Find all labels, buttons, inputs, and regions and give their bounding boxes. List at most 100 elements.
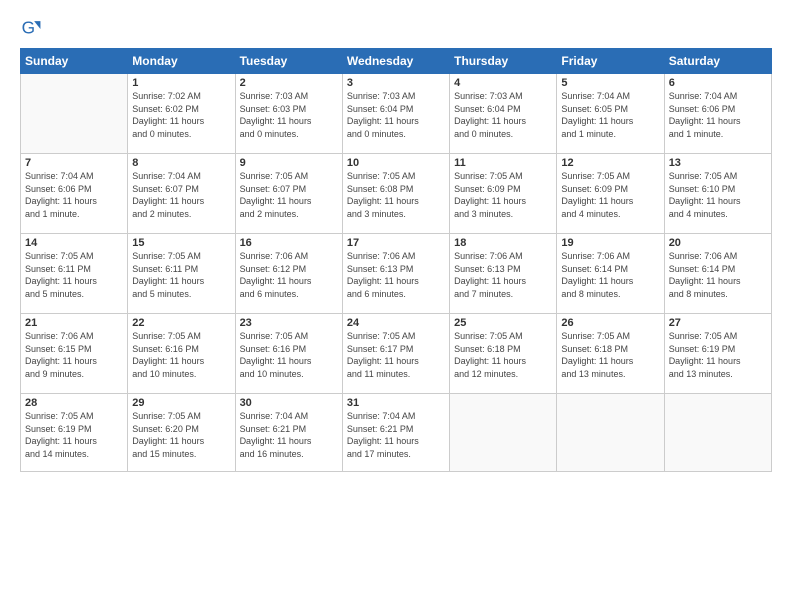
calendar-cell: 23Sunrise: 7:05 AM Sunset: 6:16 PM Dayli…: [235, 314, 342, 394]
day-info: Sunrise: 7:04 AM Sunset: 6:06 PM Dayligh…: [669, 90, 767, 140]
day-info: Sunrise: 7:06 AM Sunset: 6:14 PM Dayligh…: [669, 250, 767, 300]
day-info: Sunrise: 7:03 AM Sunset: 6:04 PM Dayligh…: [347, 90, 445, 140]
calendar-cell: 14Sunrise: 7:05 AM Sunset: 6:11 PM Dayli…: [21, 234, 128, 314]
weekday-header: Monday: [128, 49, 235, 74]
day-info: Sunrise: 7:04 AM Sunset: 6:06 PM Dayligh…: [25, 170, 123, 220]
day-info: Sunrise: 7:05 AM Sunset: 6:07 PM Dayligh…: [240, 170, 338, 220]
calendar-cell: [664, 394, 771, 472]
day-info: Sunrise: 7:05 AM Sunset: 6:17 PM Dayligh…: [347, 330, 445, 380]
day-info: Sunrise: 7:05 AM Sunset: 6:11 PM Dayligh…: [132, 250, 230, 300]
calendar-cell: 26Sunrise: 7:05 AM Sunset: 6:18 PM Dayli…: [557, 314, 664, 394]
day-number: 10: [347, 157, 445, 169]
day-number: 14: [25, 237, 123, 249]
day-number: 7: [25, 157, 123, 169]
calendar-cell: 31Sunrise: 7:04 AM Sunset: 6:21 PM Dayli…: [342, 394, 449, 472]
day-info: Sunrise: 7:06 AM Sunset: 6:12 PM Dayligh…: [240, 250, 338, 300]
calendar-cell: [557, 394, 664, 472]
calendar-cell: 22Sunrise: 7:05 AM Sunset: 6:16 PM Dayli…: [128, 314, 235, 394]
day-info: Sunrise: 7:05 AM Sunset: 6:10 PM Dayligh…: [669, 170, 767, 220]
day-number: 20: [669, 237, 767, 249]
day-info: Sunrise: 7:05 AM Sunset: 6:18 PM Dayligh…: [561, 330, 659, 380]
day-number: 19: [561, 237, 659, 249]
day-info: Sunrise: 7:05 AM Sunset: 6:09 PM Dayligh…: [561, 170, 659, 220]
day-number: 29: [132, 397, 230, 409]
calendar-cell: 17Sunrise: 7:06 AM Sunset: 6:13 PM Dayli…: [342, 234, 449, 314]
day-number: 17: [347, 237, 445, 249]
calendar-cell: [450, 394, 557, 472]
calendar-cell: 12Sunrise: 7:05 AM Sunset: 6:09 PM Dayli…: [557, 154, 664, 234]
day-number: 25: [454, 317, 552, 329]
weekday-header: Wednesday: [342, 49, 449, 74]
day-number: 4: [454, 77, 552, 89]
day-number: 11: [454, 157, 552, 169]
day-number: 26: [561, 317, 659, 329]
day-info: Sunrise: 7:03 AM Sunset: 6:04 PM Dayligh…: [454, 90, 552, 140]
calendar-cell: 11Sunrise: 7:05 AM Sunset: 6:09 PM Dayli…: [450, 154, 557, 234]
day-info: Sunrise: 7:05 AM Sunset: 6:20 PM Dayligh…: [132, 410, 230, 460]
svg-text:G: G: [22, 18, 35, 38]
day-info: Sunrise: 7:05 AM Sunset: 6:16 PM Dayligh…: [240, 330, 338, 380]
day-info: Sunrise: 7:04 AM Sunset: 6:05 PM Dayligh…: [561, 90, 659, 140]
calendar-cell: 5Sunrise: 7:04 AM Sunset: 6:05 PM Daylig…: [557, 74, 664, 154]
day-number: 16: [240, 237, 338, 249]
day-info: Sunrise: 7:05 AM Sunset: 6:18 PM Dayligh…: [454, 330, 552, 380]
calendar-cell: 8Sunrise: 7:04 AM Sunset: 6:07 PM Daylig…: [128, 154, 235, 234]
logo-icon: G: [20, 18, 42, 40]
calendar-cell: 25Sunrise: 7:05 AM Sunset: 6:18 PM Dayli…: [450, 314, 557, 394]
day-number: 18: [454, 237, 552, 249]
calendar-cell: [21, 74, 128, 154]
weekday-header: Saturday: [664, 49, 771, 74]
day-number: 3: [347, 77, 445, 89]
calendar-cell: 15Sunrise: 7:05 AM Sunset: 6:11 PM Dayli…: [128, 234, 235, 314]
day-info: Sunrise: 7:04 AM Sunset: 6:21 PM Dayligh…: [240, 410, 338, 460]
calendar-cell: 13Sunrise: 7:05 AM Sunset: 6:10 PM Dayli…: [664, 154, 771, 234]
day-number: 2: [240, 77, 338, 89]
weekday-header: Thursday: [450, 49, 557, 74]
day-info: Sunrise: 7:06 AM Sunset: 6:15 PM Dayligh…: [25, 330, 123, 380]
calendar-table: SundayMondayTuesdayWednesdayThursdayFrid…: [20, 48, 772, 472]
day-number: 8: [132, 157, 230, 169]
weekday-header: Tuesday: [235, 49, 342, 74]
day-number: 15: [132, 237, 230, 249]
day-number: 28: [25, 397, 123, 409]
calendar-cell: 3Sunrise: 7:03 AM Sunset: 6:04 PM Daylig…: [342, 74, 449, 154]
day-info: Sunrise: 7:05 AM Sunset: 6:08 PM Dayligh…: [347, 170, 445, 220]
calendar-cell: 30Sunrise: 7:04 AM Sunset: 6:21 PM Dayli…: [235, 394, 342, 472]
weekday-header: Sunday: [21, 49, 128, 74]
calendar-cell: 9Sunrise: 7:05 AM Sunset: 6:07 PM Daylig…: [235, 154, 342, 234]
day-number: 22: [132, 317, 230, 329]
calendar-cell: 24Sunrise: 7:05 AM Sunset: 6:17 PM Dayli…: [342, 314, 449, 394]
calendar-cell: 10Sunrise: 7:05 AM Sunset: 6:08 PM Dayli…: [342, 154, 449, 234]
calendar-cell: 18Sunrise: 7:06 AM Sunset: 6:13 PM Dayli…: [450, 234, 557, 314]
day-info: Sunrise: 7:05 AM Sunset: 6:11 PM Dayligh…: [25, 250, 123, 300]
weekday-header: Friday: [557, 49, 664, 74]
day-info: Sunrise: 7:06 AM Sunset: 6:14 PM Dayligh…: [561, 250, 659, 300]
day-info: Sunrise: 7:05 AM Sunset: 6:19 PM Dayligh…: [669, 330, 767, 380]
calendar-cell: 20Sunrise: 7:06 AM Sunset: 6:14 PM Dayli…: [664, 234, 771, 314]
calendar-cell: 19Sunrise: 7:06 AM Sunset: 6:14 PM Dayli…: [557, 234, 664, 314]
day-info: Sunrise: 7:06 AM Sunset: 6:13 PM Dayligh…: [347, 250, 445, 300]
day-number: 27: [669, 317, 767, 329]
day-number: 31: [347, 397, 445, 409]
calendar-cell: 7Sunrise: 7:04 AM Sunset: 6:06 PM Daylig…: [21, 154, 128, 234]
day-number: 21: [25, 317, 123, 329]
day-info: Sunrise: 7:04 AM Sunset: 6:21 PM Dayligh…: [347, 410, 445, 460]
day-info: Sunrise: 7:02 AM Sunset: 6:02 PM Dayligh…: [132, 90, 230, 140]
calendar-cell: 16Sunrise: 7:06 AM Sunset: 6:12 PM Dayli…: [235, 234, 342, 314]
calendar-cell: 29Sunrise: 7:05 AM Sunset: 6:20 PM Dayli…: [128, 394, 235, 472]
calendar-cell: 21Sunrise: 7:06 AM Sunset: 6:15 PM Dayli…: [21, 314, 128, 394]
day-number: 24: [347, 317, 445, 329]
day-number: 6: [669, 77, 767, 89]
day-info: Sunrise: 7:05 AM Sunset: 6:19 PM Dayligh…: [25, 410, 123, 460]
day-number: 23: [240, 317, 338, 329]
day-number: 1: [132, 77, 230, 89]
day-number: 30: [240, 397, 338, 409]
calendar-cell: 28Sunrise: 7:05 AM Sunset: 6:19 PM Dayli…: [21, 394, 128, 472]
calendar-cell: 1Sunrise: 7:02 AM Sunset: 6:02 PM Daylig…: [128, 74, 235, 154]
day-info: Sunrise: 7:05 AM Sunset: 6:09 PM Dayligh…: [454, 170, 552, 220]
day-info: Sunrise: 7:06 AM Sunset: 6:13 PM Dayligh…: [454, 250, 552, 300]
day-info: Sunrise: 7:05 AM Sunset: 6:16 PM Dayligh…: [132, 330, 230, 380]
day-info: Sunrise: 7:03 AM Sunset: 6:03 PM Dayligh…: [240, 90, 338, 140]
calendar-cell: 2Sunrise: 7:03 AM Sunset: 6:03 PM Daylig…: [235, 74, 342, 154]
day-number: 9: [240, 157, 338, 169]
